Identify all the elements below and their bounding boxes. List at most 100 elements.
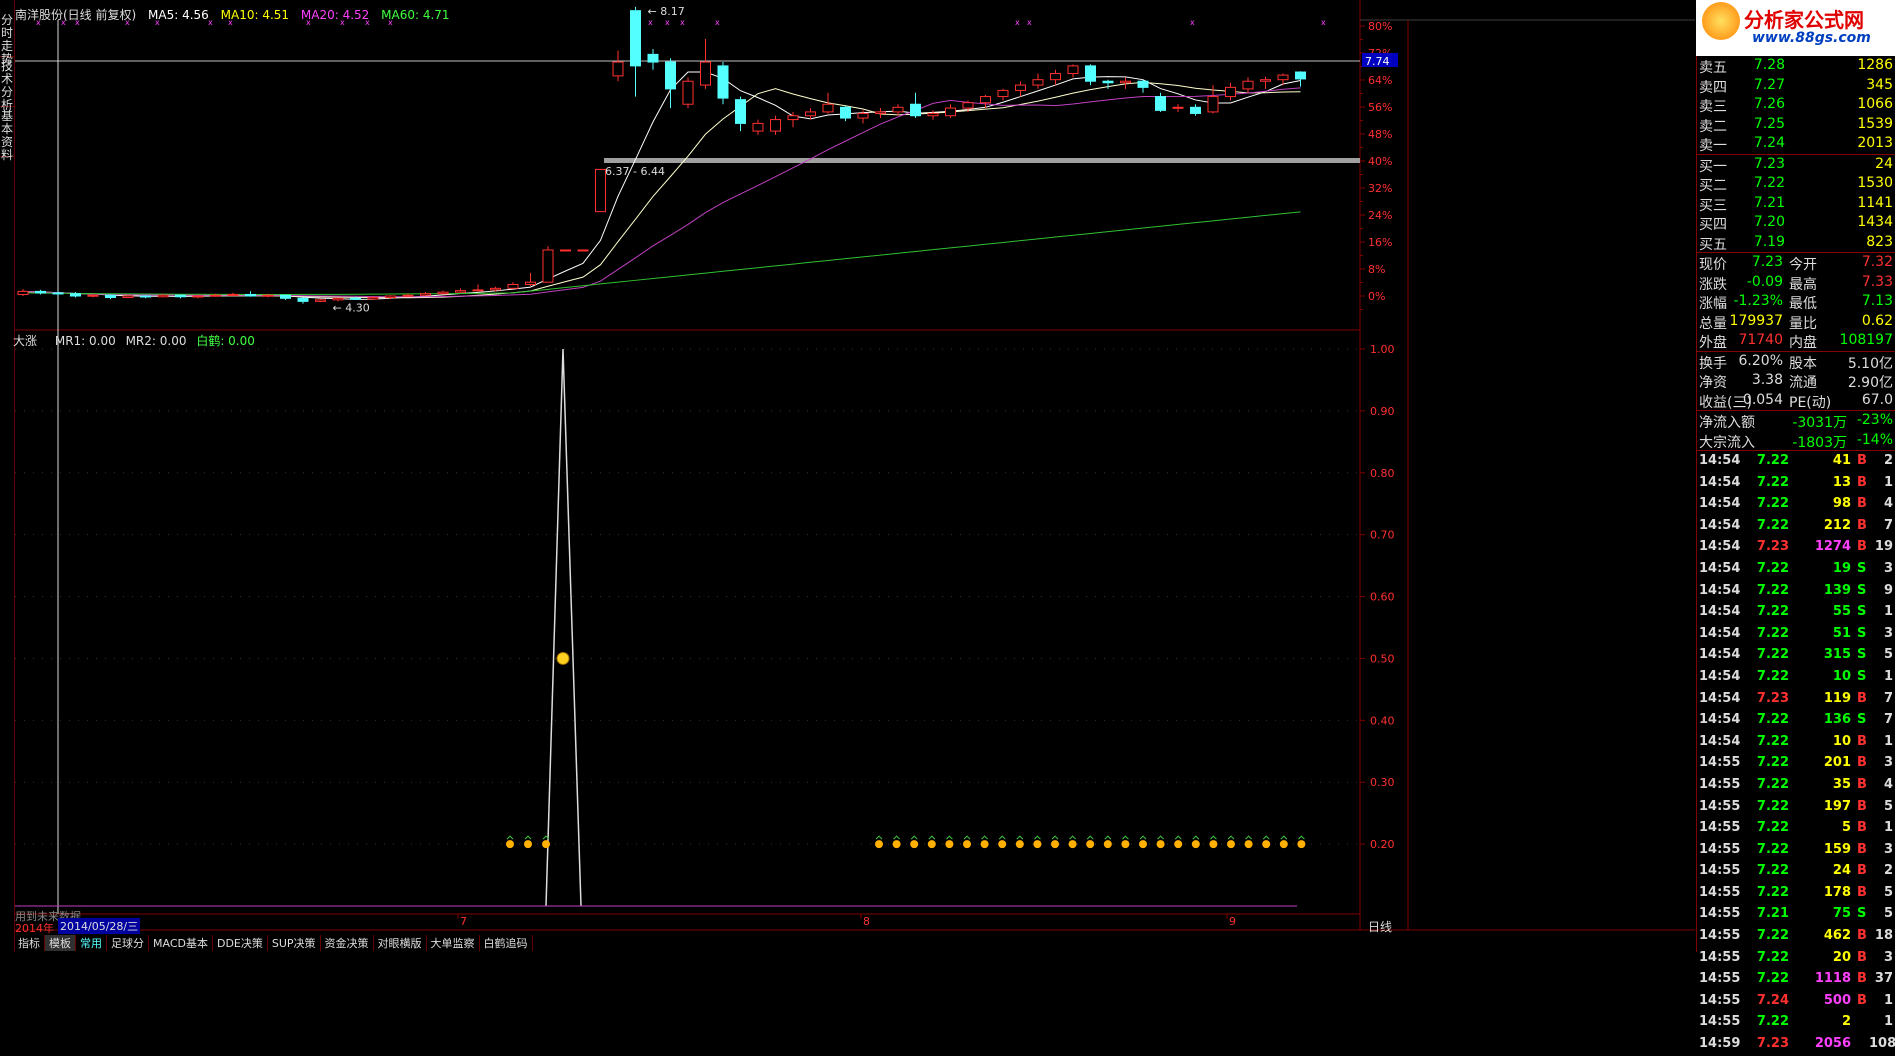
formula-tab[interactable]: 对眼横版 (374, 935, 427, 951)
fruit-icon (1103, 840, 1112, 849)
ind-tick-label: 0.90 (1370, 405, 1395, 418)
candle-body (507, 283, 519, 289)
tick-row: 14:55 7.22 159 B 3 (1697, 840, 1895, 862)
left-nav: 分时走势 技术分析 基本资料 (0, 0, 15, 952)
mr2-value: MR2: 0.00 (125, 334, 187, 348)
tick-count: 4 (1883, 776, 1893, 792)
baihe-value: 白鹤: 0.00 (196, 334, 255, 348)
tick-time: 14:54 (1699, 560, 1741, 576)
candle-body (35, 290, 46, 294)
tick-volume: 500 (1823, 992, 1851, 1008)
formula-tab[interactable]: SUP决策 (268, 935, 321, 951)
stat-value: 7.32 (1861, 254, 1893, 270)
candle-body (840, 106, 851, 119)
candle-body (1155, 96, 1166, 111)
candle-body (787, 115, 799, 121)
tick-price: 7.23 (1756, 1036, 1789, 1052)
formula-tab[interactable]: 大单监察 (427, 935, 480, 951)
tick-volume: 2 (1841, 1014, 1851, 1030)
formula-tab[interactable]: 模板 (45, 935, 76, 951)
tick-side: B (1857, 539, 1867, 555)
candle-body (122, 295, 134, 299)
fruit-icon (1209, 840, 1218, 849)
tick-list[interactable]: 14:54 7.22 41 B 2 14:54 7.22 13 B 1 14:54 7.22 98 B 4 1… (1697, 450, 1895, 1056)
tick-count: 4 (1883, 496, 1893, 512)
tick-side: S (1857, 668, 1867, 684)
tick-row: 14:55 7.22 201 B 3 (1697, 753, 1895, 775)
candle-body (262, 294, 274, 297)
candle-body (1067, 65, 1079, 75)
stat-row: 外盘 71740 内盘 108197 (1697, 331, 1895, 351)
tick-time: 14:55 (1699, 755, 1741, 771)
book-volume: 24 (1875, 155, 1893, 172)
tick-time: 14:54 (1699, 539, 1741, 555)
sell-row: 卖五 7.28 1286 (1697, 56, 1895, 76)
candle-body (595, 168, 606, 213)
fruit-icon (1244, 840, 1253, 849)
tick-price: 7.22 (1756, 1014, 1789, 1030)
kline-chart[interactable]: 80%72%64%56%48%40%32%24%16%8%0%7.746.37 … (15, 0, 1695, 952)
tick-count: 108 (1869, 1036, 1895, 1052)
fruit-icon (910, 840, 919, 849)
tick-time: 14:55 (1699, 820, 1741, 836)
formula-tab[interactable]: DDE决策 (213, 935, 268, 951)
tick-count: 2 (1883, 453, 1893, 468)
fruit-icon (875, 840, 883, 849)
leaf-icon (1139, 835, 1147, 840)
tick-volume: 1274 (1814, 539, 1851, 555)
formula-tab[interactable]: 资金决策 (321, 935, 374, 951)
tick-side: B (1857, 884, 1867, 900)
fruit-icon (980, 840, 989, 849)
ma20-value: MA20: 4.52 (300, 8, 370, 22)
candle-body (315, 299, 326, 302)
indicator-spike (545, 348, 582, 907)
candle-body (647, 53, 659, 63)
fruit-icon (1086, 840, 1095, 849)
tick-row: 14:54 7.22 13 B 1 (1697, 473, 1895, 495)
candle-body (822, 103, 834, 113)
ind-tick-label: 0.30 (1370, 776, 1395, 789)
tick-price: 7.23 (1756, 690, 1789, 706)
period-label[interactable]: 日线 (1368, 918, 1392, 935)
book-price: 7.23 (1753, 155, 1785, 172)
book-volume: 1539 (1857, 115, 1893, 132)
tick-price: 7.22 (1756, 453, 1789, 468)
fund-row: 净资 3.38 流通 2.90亿 (1697, 371, 1895, 391)
tick-volume: 24 (1832, 863, 1851, 879)
tick-side: S (1857, 560, 1867, 576)
tick-time: 14:55 (1699, 884, 1741, 900)
stat-row: 总量 179937 量比 0.62 (1697, 312, 1895, 332)
candle-body (1102, 80, 1114, 84)
tick-price: 7.22 (1756, 474, 1789, 490)
tick-side: B (1857, 863, 1867, 879)
tick-side: B (1857, 474, 1867, 490)
formula-tab[interactable]: 指标 (14, 935, 45, 951)
formula-tab[interactable]: 足球分 (107, 935, 149, 951)
candle-body (560, 249, 571, 252)
stat-value: -0.09 (1746, 273, 1783, 290)
formula-tab[interactable]: 白鹤追码 (480, 935, 533, 951)
fruit-icon (927, 840, 936, 849)
sell-row: 卖三 7.26 1066 (1697, 95, 1895, 115)
candle-body (472, 289, 484, 292)
stat-label: 涨幅 (1699, 296, 1727, 312)
chart-area[interactable]: 80%72%64%56%48%40%32%24%16%8%0%7.746.37 … (13, 0, 1695, 952)
formula-tab[interactable]: MACD基本 (149, 935, 213, 951)
tab-technical[interactable]: 技术分析 (0, 60, 14, 112)
candle-body (997, 89, 1009, 98)
stat-value: 108197 (1839, 332, 1893, 348)
ind-tick-label: 0.50 (1370, 652, 1395, 665)
fruit-icon (1051, 840, 1059, 849)
formula-tab[interactable]: 常用 (76, 935, 107, 951)
tab-intraday[interactable]: 分时走势 (0, 14, 14, 66)
book-price: 7.27 (1753, 76, 1785, 93)
tab-fundamentals[interactable]: 基本资料 (0, 110, 14, 162)
buy-row: 买四 7.20 1434 (1697, 213, 1895, 233)
leaf-icon (506, 835, 514, 840)
tick-volume: 201 (1823, 755, 1851, 771)
current-price-tag: 7.74 (1365, 55, 1390, 68)
fund-value: 2.90亿 (1847, 375, 1893, 391)
leaf-icon (524, 835, 532, 840)
stat-value: 7.13 (1861, 293, 1893, 309)
fund-value: 5.10亿 (1847, 355, 1893, 372)
